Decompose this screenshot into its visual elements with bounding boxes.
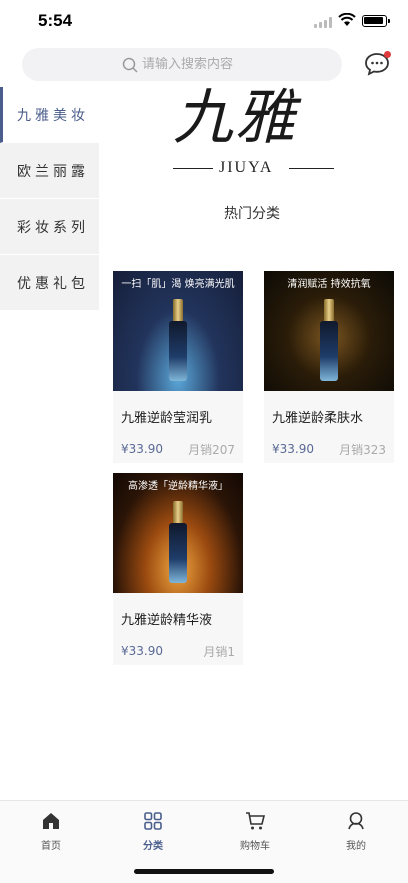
- product-name: 九雅逆龄莹润乳: [121, 411, 213, 426]
- product-image: 高渗透「逆龄精华液」: [113, 473, 243, 593]
- tab-label: 分类: [143, 841, 163, 852]
- search-input[interactable]: [142, 57, 242, 72]
- product-image: 清润赋活 持效抗氧: [264, 271, 394, 391]
- serum-bottle: [169, 299, 187, 381]
- brand-name-en: JIUYA: [219, 159, 274, 176]
- product-name: 九雅逆龄精华液: [121, 613, 213, 628]
- sidebar-item-oulanlilu[interactable]: 欧兰丽露: [0, 143, 99, 199]
- product-image-caption: 一扫「肌」渴 焕亮满光肌: [121, 279, 235, 290]
- product-image: 一扫「肌」渴 焕亮满光肌: [113, 271, 243, 391]
- tab-label: 我的: [346, 841, 366, 852]
- tab-label: 购物车: [240, 841, 270, 852]
- user-icon: [348, 812, 364, 830]
- product-sales: 月销207: [188, 442, 235, 457]
- cart-icon: [246, 812, 265, 830]
- status-bar: 5:54: [0, 0, 408, 44]
- section-title: 热门分类: [224, 206, 280, 222]
- sidebar-item-label: 优惠礼包: [17, 275, 89, 292]
- product-name: 九雅逆龄柔肤水: [272, 411, 364, 426]
- tab-home[interactable]: 首页: [21, 811, 81, 852]
- home-icon: [43, 813, 59, 829]
- product-price: ¥33.90: [121, 644, 163, 658]
- brand-name-cn: 九雅: [173, 83, 297, 153]
- notification-dot: [384, 51, 391, 58]
- home-indicator: [134, 869, 274, 874]
- product-price: ¥33.90: [272, 442, 314, 456]
- search-bar[interactable]: [22, 48, 342, 81]
- product-sales: 月销323: [339, 442, 386, 457]
- product-image-caption: 高渗透「逆龄精华液」: [128, 481, 228, 492]
- category-sidebar: 九雅美妆 欧兰丽露 彩妆系列 优惠礼包: [0, 87, 99, 311]
- message-button[interactable]: [364, 51, 391, 76]
- sidebar-item-jiuya[interactable]: 九雅美妆: [0, 87, 99, 143]
- sidebar-item-label: 九雅美妆: [17, 107, 89, 124]
- wifi-icon: [338, 13, 356, 26]
- battery-icon: [362, 15, 390, 27]
- toner-bottle: [320, 299, 338, 381]
- product-sales: 月销1: [203, 644, 235, 659]
- tab-cart[interactable]: 购物车: [225, 811, 285, 852]
- product-image-caption: 清润赋活 持效抗氧: [287, 279, 371, 290]
- sidebar-item-makeup[interactable]: 彩妆系列: [0, 199, 99, 255]
- sidebar-item-label: 彩妆系列: [17, 219, 89, 236]
- tab-label: 首页: [41, 841, 61, 852]
- product-card[interactable]: 高渗透「逆龄精华液」 九雅逆龄精华液 ¥33.90 月销1: [113, 473, 243, 665]
- grid-icon: [144, 812, 162, 830]
- status-time: 5:54: [38, 11, 73, 30]
- product-card[interactable]: 一扫「肌」渴 焕亮满光肌 九雅逆龄莹润乳 ¥33.90 月销207: [113, 271, 243, 463]
- product-card[interactable]: 清润赋活 持效抗氧 九雅逆龄柔肤水 ¥33.90 月销323: [264, 271, 394, 463]
- sidebar-item-gift-pack[interactable]: 优惠礼包: [0, 255, 99, 311]
- product-price: ¥33.90: [121, 442, 163, 456]
- tab-profile[interactable]: 我的: [326, 811, 386, 852]
- signal-icon: [314, 17, 332, 28]
- brand-logo: 九雅 JIUYA: [169, 87, 349, 179]
- sidebar-item-label: 欧兰丽露: [17, 163, 89, 180]
- tab-category[interactable]: 分类: [123, 811, 183, 852]
- essence-bottle: [169, 501, 187, 583]
- search-icon: [122, 57, 138, 73]
